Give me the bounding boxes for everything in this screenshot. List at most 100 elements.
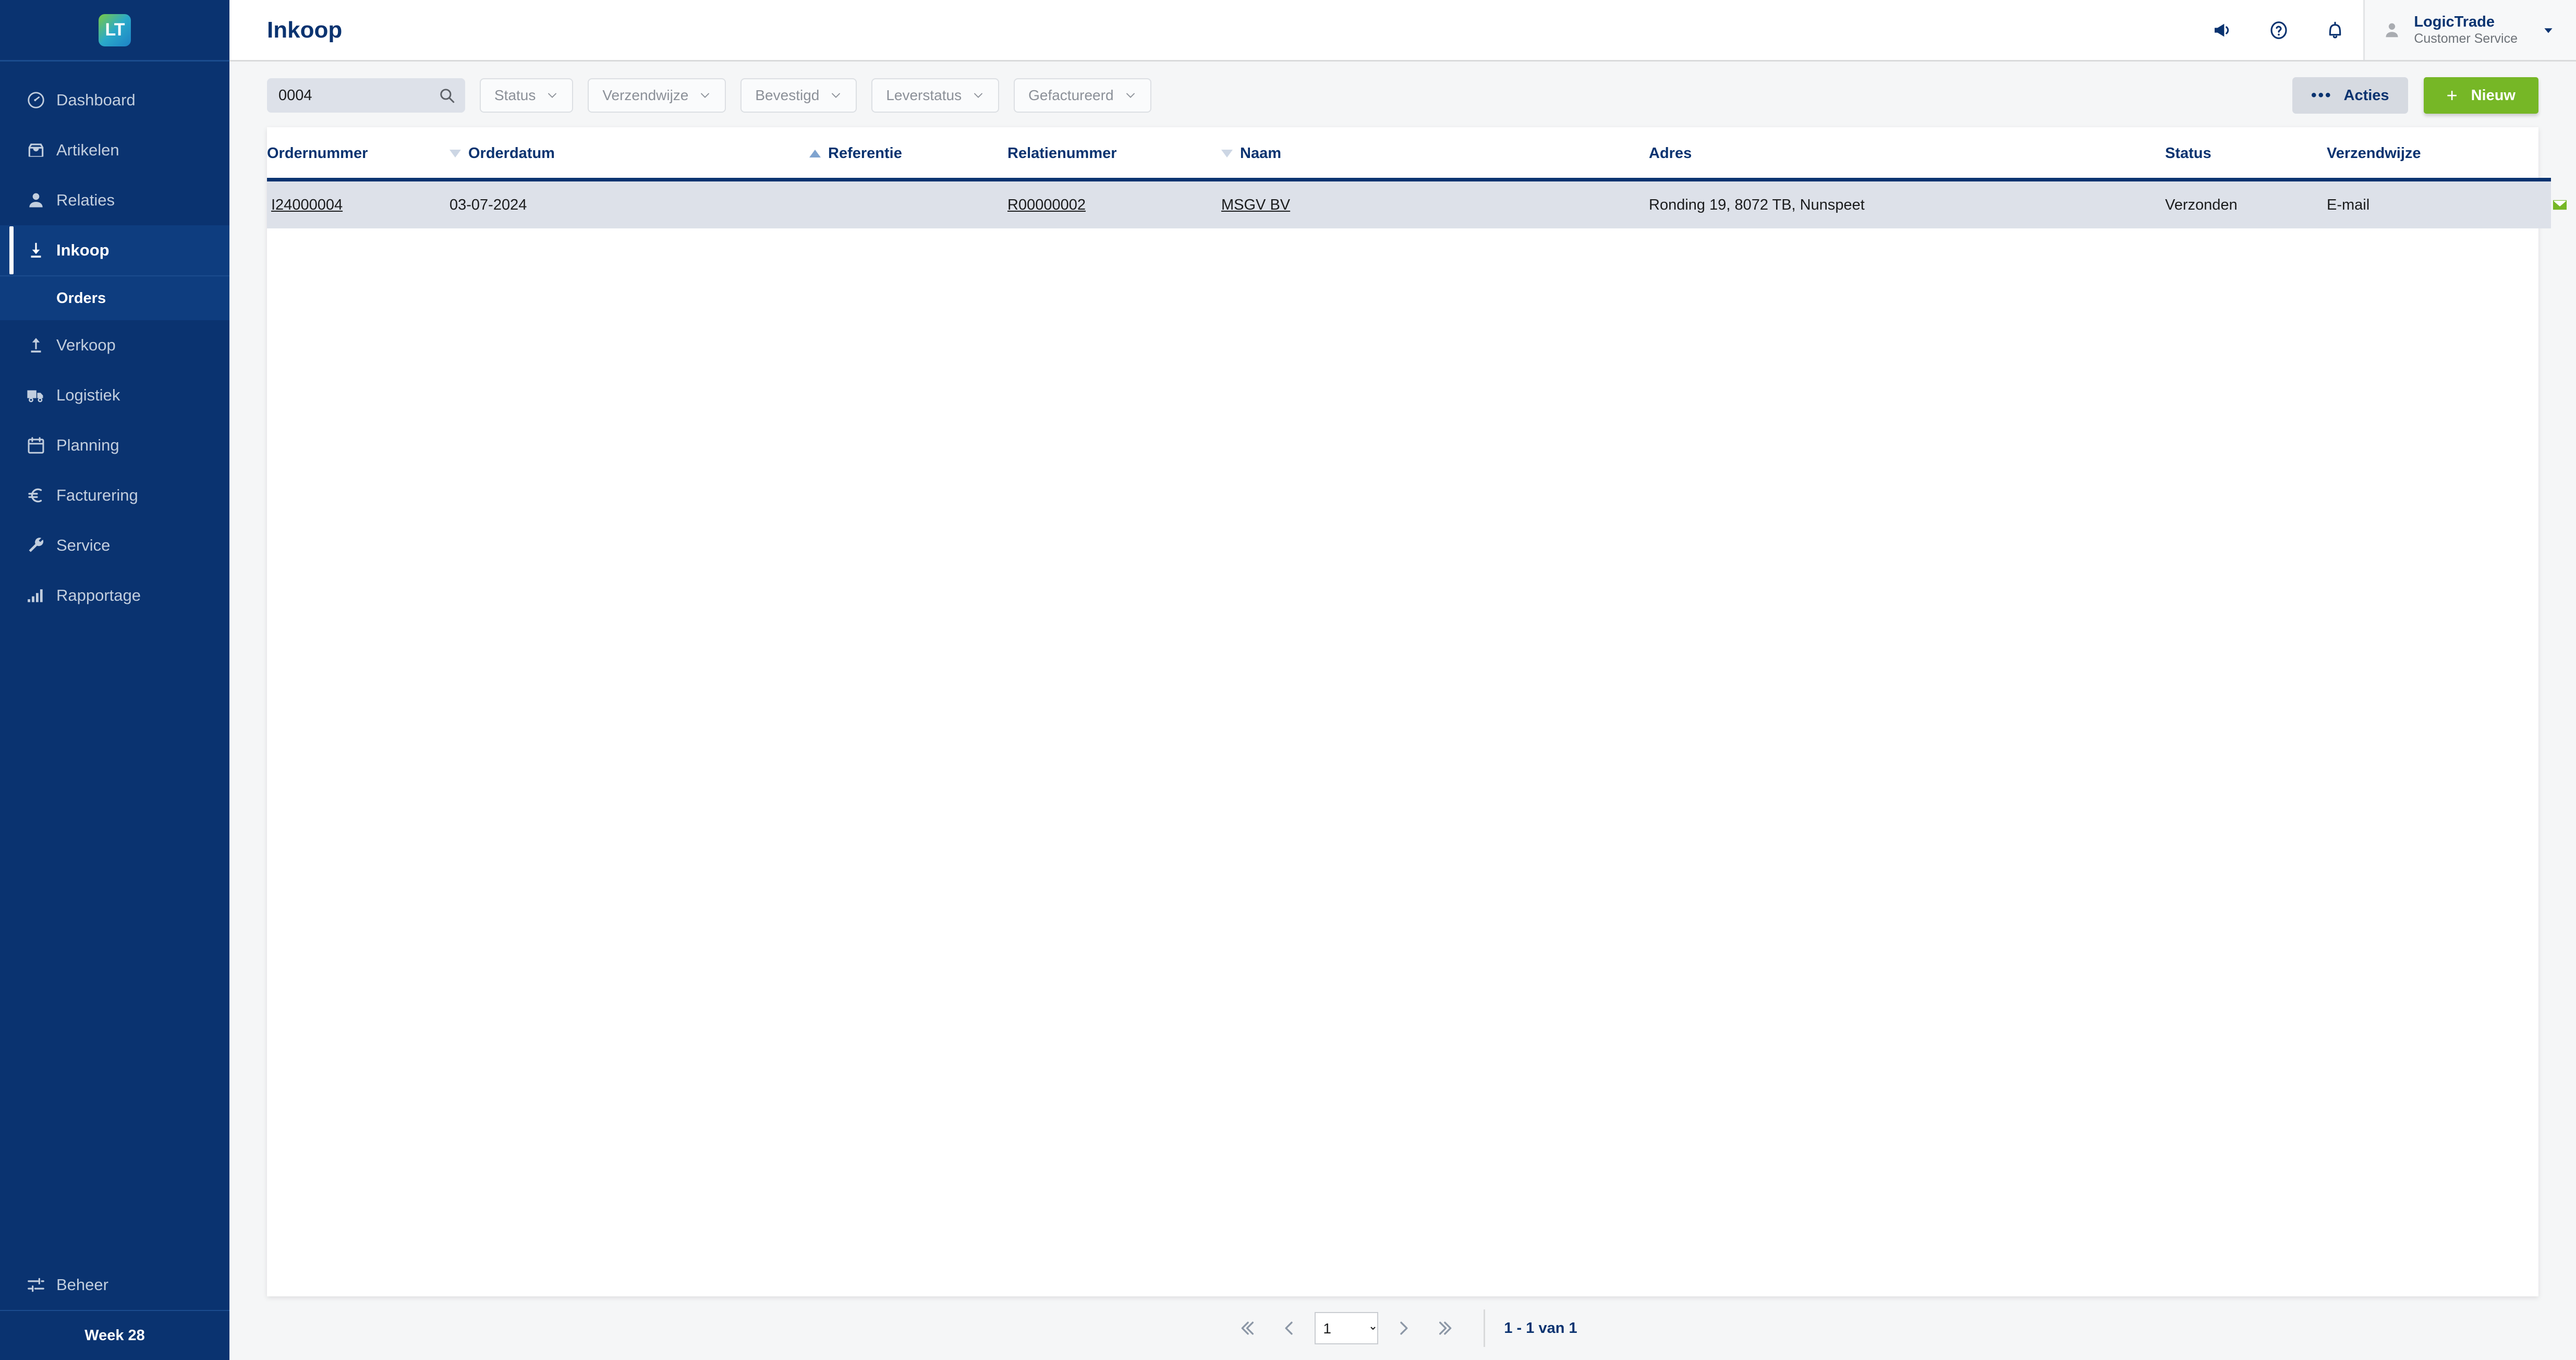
sidebar-item-logistiek[interactable]: Logistiek — [0, 370, 229, 420]
pagination-bar: 1 1 - 1 van 1 — [229, 1296, 2576, 1360]
pagination-divider — [1484, 1309, 1486, 1347]
search-input[interactable] — [267, 78, 465, 113]
filter-leverstatus[interactable]: Leverstatus — [871, 78, 1000, 113]
filter-label: Gefactureerd — [1028, 87, 1114, 103]
col-naam[interactable]: Naam — [1221, 127, 1649, 181]
nieuw-button[interactable]: + Nieuw — [2423, 77, 2538, 114]
email-icon[interactable] — [2551, 196, 2569, 214]
col-status[interactable]: Status — [2165, 127, 2327, 181]
sidebar-item-label: Facturering — [56, 486, 138, 504]
cell-referentie — [809, 180, 1007, 229]
sidebar-item-artikelen[interactable]: Artikelen — [0, 125, 229, 175]
bar-chart-icon — [26, 586, 56, 605]
col-referentie[interactable]: Referentie — [809, 127, 1007, 181]
cell-verzendwijze: E-mail — [2327, 196, 2370, 213]
table-row[interactable]: I24000004 03-07-2024 R00000002 MSGV BV R… — [267, 179, 2567, 229]
wrench-icon — [26, 536, 56, 555]
sliders-icon — [26, 1275, 56, 1295]
col-label: Verzendwijze — [2327, 145, 2421, 162]
sidebar-admin-group: Beheer — [0, 1260, 229, 1310]
filter-gefactureerd[interactable]: Gefactureerd — [1014, 78, 1151, 113]
col-verzendwijze[interactable]: Verzendwijze — [2327, 127, 2551, 181]
toolbar-right-actions: ••• Acties + Nieuw — [2292, 77, 2538, 114]
previous-page-icon[interactable] — [1269, 1308, 1309, 1349]
cell-orderdatum: 03-07-2024 — [449, 196, 527, 213]
sidebar-item-label: Beheer — [56, 1276, 108, 1294]
sidebar-item-inkoop[interactable]: Inkoop — [0, 225, 229, 275]
dots-icon: ••• — [2311, 87, 2332, 104]
sidebar-item-dashboard[interactable]: Dashboard — [0, 75, 229, 125]
user-menu[interactable]: LogicTrade Customer Service — [2363, 0, 2576, 60]
sidebar-item-orders[interactable]: Orders — [0, 276, 229, 320]
col-label: Relatienummer — [1007, 145, 1117, 162]
sidebar-item-planning[interactable]: Planning — [0, 420, 229, 470]
sidebar-item-facturering[interactable]: Facturering — [0, 470, 229, 520]
filter-verzendwijze[interactable]: Verzendwijze — [588, 78, 726, 113]
sidebar-item-relaties[interactable]: Relaties — [0, 175, 229, 225]
col-adres[interactable]: Adres — [1649, 127, 2165, 181]
sort-desc-icon — [1221, 150, 1233, 157]
sidebar-week-label: Week 28 — [0, 1310, 229, 1360]
cell-naam: MSGV BV — [1221, 180, 1649, 229]
last-page-icon[interactable] — [1424, 1308, 1465, 1349]
gauge-icon — [26, 90, 56, 110]
sidebar-item-label: Rapportage — [56, 586, 141, 604]
user-avatar-icon — [2383, 21, 2401, 40]
sidebar-item-service[interactable]: Service — [0, 520, 229, 570]
acties-button[interactable]: ••• Acties — [2292, 77, 2408, 114]
chevron-down-icon — [699, 89, 711, 102]
inbox-icon — [26, 140, 56, 160]
naam-link[interactable]: MSGV BV — [1221, 197, 1290, 213]
page-select[interactable]: 1 — [1315, 1312, 1379, 1344]
user-role: Customer Service — [2414, 31, 2518, 46]
filter-label: Verzendwijze — [602, 87, 689, 103]
sidebar-item-label: Relaties — [56, 191, 115, 209]
first-page-icon[interactable] — [1228, 1308, 1269, 1349]
col-relatienummer[interactable]: Relatienummer — [1007, 127, 1221, 181]
app-logo[interactable]: LT — [99, 14, 131, 46]
sidebar-item-label: Logistiek — [56, 386, 120, 404]
table-body: I24000004 03-07-2024 R00000002 MSGV BV R… — [267, 179, 2567, 229]
megaphone-icon[interactable] — [2194, 0, 2251, 61]
sidebar: LT Dashboard Artikelen Relaties Inkoop O… — [0, 0, 229, 1360]
cell-ordernummer: I24000004 — [267, 180, 449, 229]
upload-arrow-icon — [26, 335, 56, 355]
main-area: Inkoop LogicTrade Customer Service 0004 … — [229, 0, 2576, 1360]
plus-icon: + — [2446, 84, 2458, 106]
cell-relatienummer: R00000002 — [1007, 180, 1221, 229]
col-label: Orderdatum — [468, 145, 555, 162]
sidebar-item-label: Dashboard — [56, 91, 136, 109]
sidebar-subnav-inkoop: Orders — [0, 275, 229, 320]
sidebar-item-rapportage[interactable]: Rapportage — [0, 570, 229, 621]
sidebar-item-label: Service — [56, 536, 111, 554]
ordernummer-link[interactable]: I24000004 — [271, 197, 343, 213]
filter-status[interactable]: Status — [480, 78, 574, 113]
filter-toolbar: Status Verzendwijze Bevestigd Leverstatu… — [229, 62, 2576, 127]
cell-adres: Ronding 19, 8072 TB, Nunspeet — [1649, 196, 1865, 213]
col-orderdatum[interactable]: Orderdatum — [449, 127, 809, 181]
col-label: Ordernummer — [267, 145, 368, 162]
user-name: LogicTrade — [2414, 14, 2495, 31]
sort-desc-icon — [449, 150, 461, 157]
bell-icon[interactable] — [2307, 0, 2363, 61]
col-label: Naam — [1240, 145, 1281, 162]
sidebar-item-verkoop[interactable]: Verkoop — [0, 320, 229, 370]
sidebar-item-beheer[interactable]: Beheer — [0, 1260, 229, 1310]
filter-label: Status — [494, 87, 536, 103]
col-ordernummer[interactable]: Ordernummer — [267, 127, 449, 181]
col-label: Referentie — [828, 145, 902, 162]
filter-bevestigd[interactable]: Bevestigd — [740, 78, 857, 113]
table-header-row: Ordernummer Orderdatum Referentie Relati… — [267, 127, 2551, 181]
search-icon[interactable] — [438, 87, 456, 104]
logo-area: LT — [0, 0, 229, 62]
truck-icon — [26, 385, 56, 405]
table-head: Ordernummer Orderdatum Referentie Relati… — [267, 127, 2551, 181]
chevron-down-icon[interactable] — [2542, 23, 2555, 37]
next-page-icon[interactable] — [1383, 1308, 1424, 1349]
relatienummer-link[interactable]: R00000002 — [1007, 197, 1086, 213]
nieuw-label: Nieuw — [2471, 87, 2516, 104]
header-actions: LogicTrade Customer Service — [2194, 0, 2576, 60]
euro-icon — [26, 485, 56, 505]
chevron-down-icon — [546, 89, 558, 102]
help-circle-icon[interactable] — [2251, 0, 2307, 61]
